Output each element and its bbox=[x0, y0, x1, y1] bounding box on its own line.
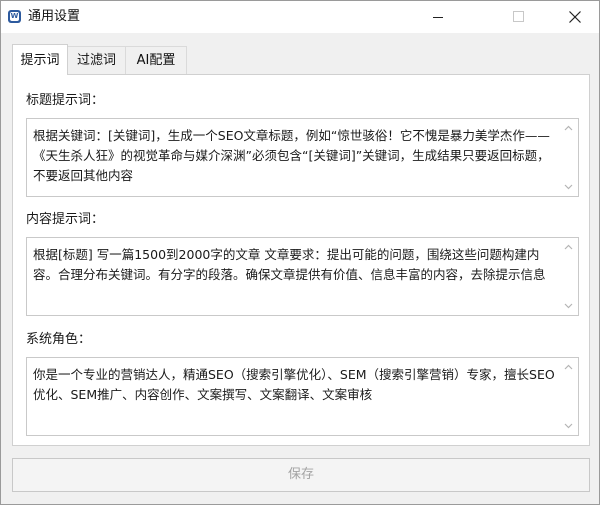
system-role-text: 你是一个专业的营销达人，精通SEO（搜索引擎优化）、SEM（搜索引擎营销）专家，… bbox=[33, 367, 555, 402]
content-prompt-scrollbar[interactable] bbox=[559, 238, 578, 315]
scroll-down-icon[interactable] bbox=[564, 184, 573, 190]
scroll-up-icon[interactable] bbox=[564, 125, 573, 131]
scroll-down-icon[interactable] bbox=[564, 423, 573, 429]
title-prompt-scrollbar[interactable] bbox=[559, 119, 578, 196]
tab-filter-words[interactable]: 过滤词 bbox=[67, 46, 126, 74]
tab-ai-config[interactable]: AI配置 bbox=[125, 46, 187, 74]
minimize-button[interactable] bbox=[415, 1, 461, 33]
content-prompt-label: 内容提示词： bbox=[26, 212, 105, 227]
scroll-up-icon[interactable] bbox=[564, 364, 573, 370]
close-icon bbox=[569, 11, 581, 23]
tab-prompts[interactable]: 提示词 bbox=[12, 44, 68, 75]
scroll-up-icon[interactable] bbox=[564, 244, 573, 250]
scroll-down-icon[interactable] bbox=[564, 303, 573, 309]
title-bar: W 通用设置 bbox=[1, 1, 599, 33]
save-button[interactable]: 保存 bbox=[12, 458, 590, 492]
content-prompt-text: 根据[标题] 写一篇1500到2000字的文章 文章要求：提出可能的问题，围绕这… bbox=[33, 247, 546, 282]
title-prompt-label: 标题提示词： bbox=[26, 93, 105, 108]
close-button[interactable] bbox=[551, 1, 597, 33]
system-role-scrollbar[interactable] bbox=[559, 358, 578, 435]
app-logo-icon: W bbox=[8, 10, 21, 23]
system-role-label: 系统角色： bbox=[26, 332, 92, 347]
window-title: 通用设置 bbox=[28, 9, 81, 24]
app-logo-mark: W bbox=[10, 12, 19, 21]
title-prompt-textarea[interactable]: 根据关键词：[关键词]，生成一个SEO文章标题，例如“惊世骇俗！它不愧是暴力美学… bbox=[26, 118, 579, 197]
prompts-panel: 标题提示词： 根据关键词：[关键词]，生成一个SEO文章标题，例如“惊世骇俗！它… bbox=[12, 74, 590, 446]
title-prompt-text: 根据关键词：[关键词]，生成一个SEO文章标题，例如“惊世骇俗！它不愧是暴力美学… bbox=[33, 128, 550, 183]
settings-window: W 通用设置 提示词 过滤词 AI配置 标题提示词： 根据关键词：[关键词]，生… bbox=[0, 0, 600, 505]
system-role-textarea[interactable]: 你是一个专业的营销达人，精通SEO（搜索引擎优化）、SEM（搜索引擎营销）专家，… bbox=[26, 357, 579, 436]
content-prompt-textarea[interactable]: 根据[标题] 写一篇1500到2000字的文章 文章要求：提出可能的问题，围绕这… bbox=[26, 237, 579, 316]
maximize-button[interactable] bbox=[495, 1, 541, 33]
